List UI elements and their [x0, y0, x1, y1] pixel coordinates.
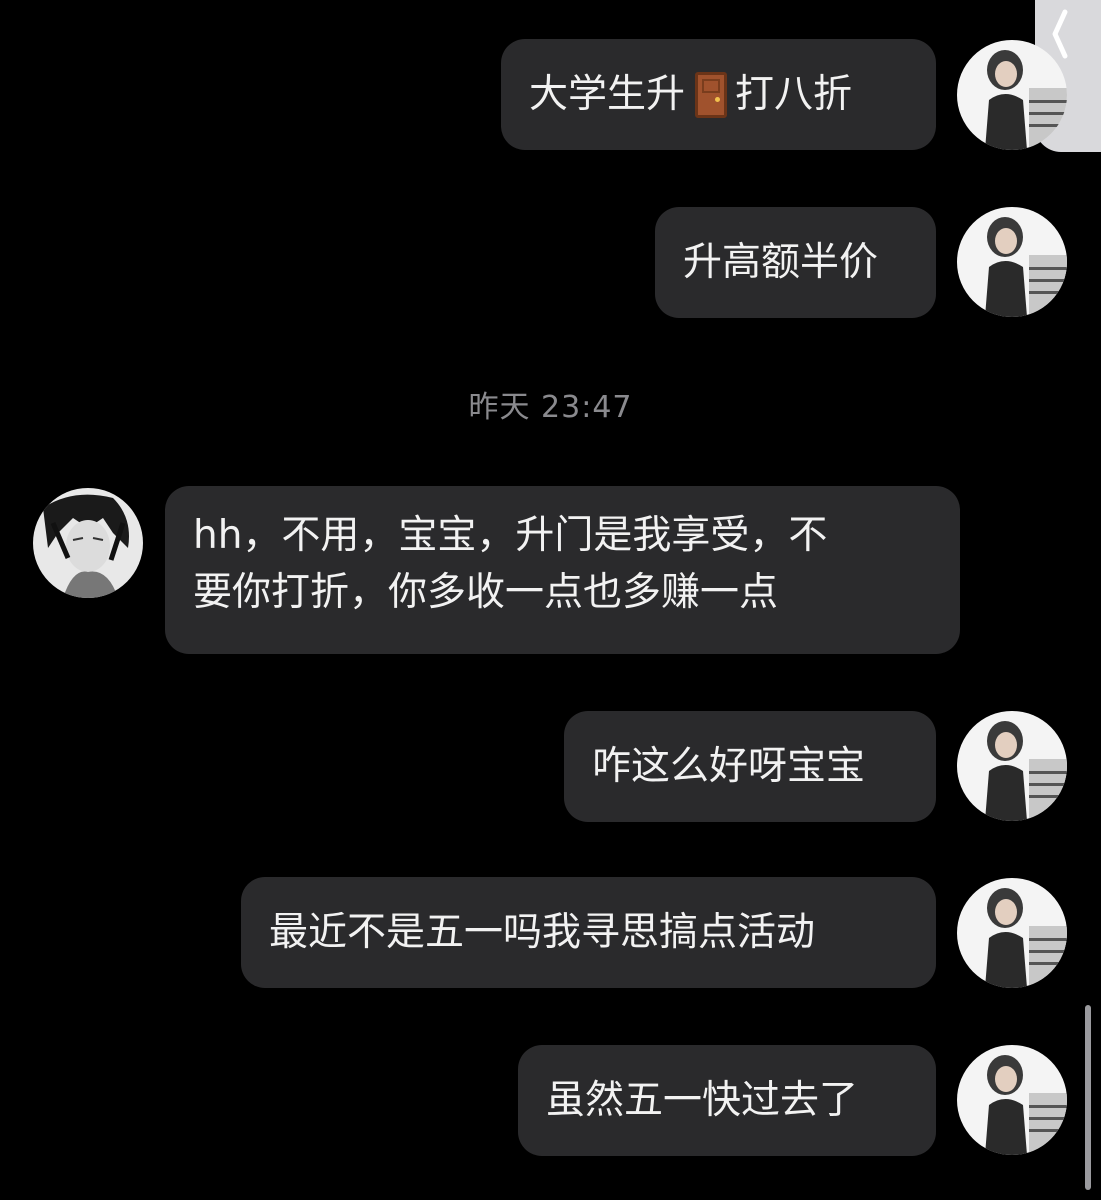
- message-text-line: 要你打折，你多收一点也多赚一点: [193, 570, 779, 615]
- message-text-line: hh，不用，宝宝，升门是我享受，不: [193, 513, 828, 558]
- message-bubble-incoming[interactable]: hh，不用，宝宝，升门是我享受，不 要你打折，你多收一点也多赚一点: [165, 486, 960, 654]
- message-text: 虽然五一快过去了: [546, 1077, 859, 1123]
- message-bubble-outgoing[interactable]: 大学生升 打八折: [501, 39, 936, 150]
- message-bubble-outgoing[interactable]: 升高额半价: [655, 207, 936, 318]
- my-avatar[interactable]: [957, 207, 1067, 317]
- message-text: 打八折: [735, 71, 853, 117]
- message-bubble-outgoing[interactable]: 咋这么好呀宝宝: [564, 711, 936, 822]
- contact-avatar[interactable]: [33, 488, 143, 598]
- message-text: 大学生升: [529, 71, 686, 117]
- message-text: 升高额半价: [683, 239, 879, 285]
- timestamp: 昨天 23:47: [468, 390, 633, 425]
- scrollbar[interactable]: [1085, 1005, 1091, 1190]
- message-text: 咋这么好呀宝宝: [592, 743, 866, 789]
- message-bubble-outgoing[interactable]: 虽然五一快过去了: [518, 1045, 936, 1156]
- my-avatar[interactable]: [957, 711, 1067, 821]
- door-icon: [695, 71, 728, 118]
- my-avatar[interactable]: [957, 40, 1067, 150]
- message-bubble-outgoing[interactable]: 最近不是五一吗我寻思搞点活动: [241, 877, 936, 988]
- my-avatar[interactable]: [957, 1045, 1067, 1155]
- my-avatar[interactable]: [957, 878, 1067, 988]
- message-text: 最近不是五一吗我寻思搞点活动: [269, 909, 816, 955]
